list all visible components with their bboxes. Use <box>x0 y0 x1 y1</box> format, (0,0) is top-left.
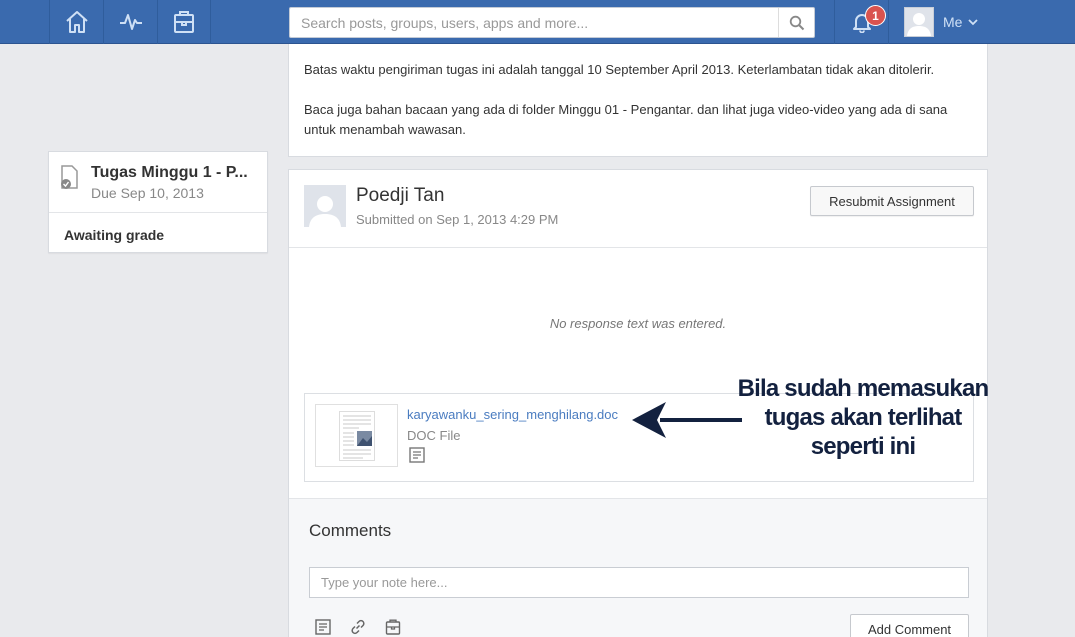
top-navigation-bar: 1 Me <box>0 0 1075 44</box>
instructions-paragraph: Batas waktu pengiriman tugas ini adalah … <box>304 62 935 77</box>
note-icon[interactable] <box>409 447 425 463</box>
search-box <box>289 7 815 38</box>
submitter-avatar <box>304 185 346 227</box>
search-button[interactable] <box>778 8 814 37</box>
user-menu-label: Me <box>943 14 963 30</box>
attachment-filename-link[interactable]: karyawanku_sering_menghilang.doc <box>407 407 618 422</box>
instructions-paragraph: Baca juga bahan bacaan yang ada di folde… <box>304 102 948 137</box>
assignment-link[interactable]: Tugas Minggu 1 - P... Due Sep 10, 2013 <box>49 152 267 213</box>
attachment-file-type: DOC File <box>407 428 461 443</box>
no-response-text: No response text was entered. <box>549 316 727 331</box>
add-comment-button[interactable]: Add Comment <box>850 614 969 637</box>
submission-timestamp: Submitted on Sep 1, 2013 4:29 PM <box>356 212 559 227</box>
assignment-instructions: Batas waktu pengiriman tugas ini adalah … <box>288 44 988 157</box>
activity-icon <box>119 14 142 30</box>
note-icon[interactable] <box>315 619 331 635</box>
link-icon[interactable] <box>350 619 366 635</box>
home-button[interactable] <box>49 0 103 44</box>
annotation-line: Bila sudah memasukan <box>737 375 990 402</box>
assignment-title: Tugas Minggu 1 - P... <box>91 164 248 181</box>
chevron-down-icon <box>968 19 979 26</box>
notifications-button[interactable]: 1 <box>834 0 889 44</box>
annotation-text: Bila sudah memasukan tugas akan terlihat… <box>732 374 994 461</box>
avatar <box>904 7 934 37</box>
comments-section: Comments Add Comment <box>289 498 987 637</box>
resubmit-assignment-button[interactable]: Resubmit Assignment <box>810 186 974 216</box>
annotation-line: seperti ini <box>810 433 916 460</box>
home-icon <box>65 11 88 33</box>
assignment-summary-card: Tugas Minggu 1 - P... Due Sep 10, 2013 A… <box>48 151 268 253</box>
document-thumbnail[interactable] <box>315 404 398 467</box>
activity-button[interactable] <box>103 0 157 44</box>
search-icon <box>789 15 804 30</box>
submitter-name: Poedji Tan <box>356 185 445 206</box>
document-preview-icon <box>338 410 375 461</box>
user-placeholder-icon <box>309 196 341 227</box>
search-input[interactable] <box>290 8 780 37</box>
backpack-icon[interactable] <box>385 619 401 635</box>
backpack-icon <box>174 11 194 33</box>
backpack-button[interactable] <box>157 0 211 44</box>
user-placeholder-icon <box>907 13 931 36</box>
assignment-due-date: Due Sep 10, 2013 <box>91 185 204 201</box>
divider <box>289 247 987 248</box>
assignment-check-icon <box>61 165 78 189</box>
annotation-arrow-icon <box>632 402 742 438</box>
comments-title: Comments <box>309 521 392 540</box>
notification-badge: 1 <box>865 5 886 26</box>
grade-status: Awaiting grade <box>64 227 165 243</box>
annotation-line: tugas akan terlihat <box>764 404 963 431</box>
user-menu[interactable]: Me <box>895 0 990 44</box>
comment-input[interactable] <box>309 567 969 598</box>
